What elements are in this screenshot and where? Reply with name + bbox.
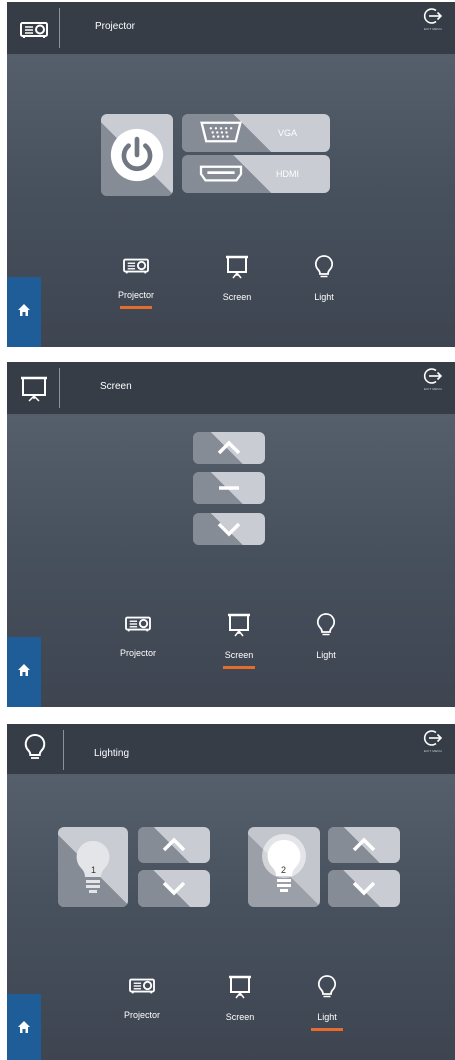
nav-screen[interactable]: Screen (197, 254, 277, 302)
nav-label-projector: Projector (117, 290, 154, 300)
nav-label-screen: Screen (224, 650, 254, 660)
nav-light[interactable]: Light (286, 612, 366, 660)
light-2-toggle[interactable]: 2 (248, 827, 320, 907)
screen-icon (21, 376, 47, 402)
projector-icon (20, 22, 48, 38)
vga-input-button[interactable]: VGA (182, 114, 330, 152)
projector-icon (125, 616, 151, 632)
home-icon (18, 664, 30, 676)
exit-label: EXIT MENU (423, 387, 443, 391)
hdmi-label: HDMI (276, 169, 299, 179)
nav-screen[interactable]: Screen (200, 974, 280, 1022)
chevron-up-icon (352, 837, 376, 852)
nav-label-projector: Projector (119, 648, 156, 658)
light-1-up-button[interactable] (138, 827, 210, 863)
exit-button[interactable]: EXIT MENU (415, 728, 451, 772)
page-title: Projector (95, 21, 136, 32)
screen-icon (229, 975, 251, 999)
light-2-up-button[interactable] (328, 827, 400, 863)
exit-icon (423, 8, 443, 24)
stop-icon (219, 486, 239, 490)
nav-light[interactable]: Light (284, 254, 364, 302)
hdmi-port-icon (199, 165, 243, 182)
screen-icon (228, 613, 250, 637)
light-2-number: 2 (281, 865, 287, 875)
header-bar: Projector EXIT MENU (7, 2, 455, 54)
exit-icon (423, 730, 443, 746)
exit-button[interactable]: EXIT MENU (415, 6, 451, 50)
page-title: Screen (100, 381, 132, 392)
home-icon (18, 1021, 30, 1033)
active-tab-indicator (120, 306, 152, 309)
screen-stop-button[interactable] (193, 472, 265, 504)
projector-panel: Projector EXIT MENU VGA HDMI Projector S… (7, 2, 455, 347)
light-1-toggle[interactable]: 1 (58, 827, 128, 907)
nav-label-screen: Screen (222, 292, 252, 302)
header-divider (59, 368, 60, 408)
home-button[interactable] (7, 277, 41, 347)
exit-button[interactable]: EXIT MENU (415, 366, 451, 410)
nav-label-screen: Screen (225, 1012, 255, 1022)
nav-projector[interactable]: Projector (102, 974, 182, 1020)
active-tab-indicator (223, 666, 255, 669)
nav-screen[interactable]: Screen (199, 612, 279, 669)
lightbulb-icon (317, 975, 337, 998)
lightbulb-icon (314, 255, 334, 278)
nav-light[interactable]: Light (287, 974, 367, 1031)
projector-icon (123, 258, 149, 274)
nav-projector[interactable]: Projector (96, 254, 176, 309)
nav-label-light: Light (316, 650, 336, 660)
hdmi-input-button[interactable]: HDMI (182, 155, 330, 193)
screen-icon (226, 255, 248, 279)
header-divider (63, 730, 64, 770)
exit-icon (423, 368, 443, 384)
exit-label: EXIT MENU (423, 27, 443, 31)
power-button[interactable] (101, 114, 173, 196)
vga-label: VGA (278, 128, 298, 138)
header-bar: Screen EXIT MENU (7, 362, 455, 414)
lighting-panel: Lighting EXIT MENU 1 2 Projector Screen … (7, 724, 455, 1060)
chevron-down-icon (352, 881, 376, 896)
nav-label-light: Light (317, 1012, 337, 1022)
header-bar: Lighting EXIT MENU (7, 724, 455, 774)
chevron-up-icon (217, 440, 241, 455)
chevron-up-icon (162, 837, 186, 852)
light-1-number: 1 (91, 865, 97, 875)
chevron-down-icon (162, 881, 186, 896)
home-icon (18, 304, 30, 316)
nav-label-light: Light (314, 292, 334, 302)
screen-up-button[interactable] (193, 432, 265, 464)
home-button[interactable] (7, 994, 41, 1060)
screen-panel: Screen EXIT MENU Projector Screen Light (7, 362, 455, 707)
lightbulb-icon (316, 613, 336, 636)
lightbulb-icon (24, 733, 46, 759)
light-2-down-button[interactable] (328, 870, 400, 907)
exit-label: EXIT MENU (423, 749, 443, 753)
screen-down-button[interactable] (193, 513, 265, 545)
light-1-down-button[interactable] (138, 870, 210, 907)
nav-label-projector: Projector (123, 1010, 160, 1020)
home-button[interactable] (7, 637, 41, 707)
projector-icon (129, 978, 155, 994)
page-title: Lighting (94, 748, 130, 759)
power-icon (110, 128, 164, 182)
chevron-down-icon (217, 522, 241, 537)
nav-projector[interactable]: Projector (98, 612, 178, 658)
active-tab-indicator (311, 1028, 343, 1031)
header-divider (59, 8, 60, 48)
vga-port-icon (200, 121, 242, 143)
